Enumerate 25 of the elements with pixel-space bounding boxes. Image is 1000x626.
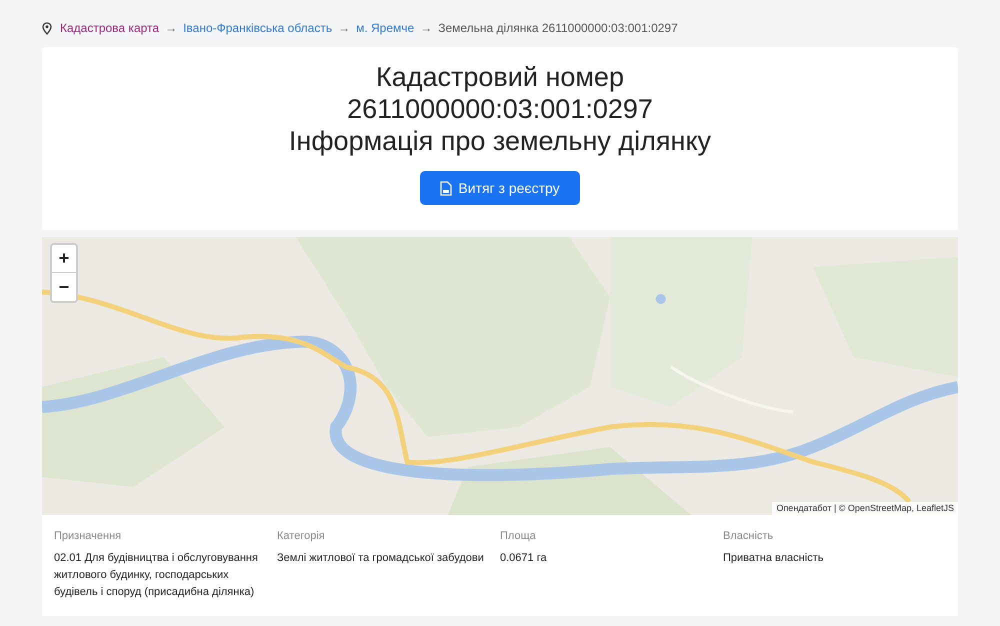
- breadcrumb-link[interactable]: Івано-Франківська область: [183, 19, 332, 37]
- zoom-in-button[interactable]: +: [52, 245, 76, 273]
- breadcrumb-link[interactable]: Кадастрова карта: [60, 19, 160, 37]
- detail-value: 0.0671 га: [500, 550, 548, 566]
- detail-value: 02.01 Для будівництва і обслуговування житлового будинку, господарських будівель і споруд (присадибна ділянка): [54, 550, 259, 600]
- breadcrumb-link[interactable]: м. Яремче: [356, 19, 414, 37]
- detail-value: Землі житлової та громадської забудови: [277, 550, 485, 566]
- breadcrumb-separator: →: [338, 20, 350, 37]
- page-title: 2611000000:03:001:0297: [347, 93, 653, 125]
- breadcrumb-separator: →: [165, 20, 178, 37]
- breadcrumb-current: Земельна ділянка 2611000000:03:001:0297: [438, 20, 678, 37]
- detail-label: Призначення: [54, 529, 122, 544]
- page-title: Інформація про земельну ділянку: [288, 125, 712, 157]
- map-pin-icon: [42, 22, 52, 34]
- extract-button[interactable]: Витяг з реєстру: [420, 171, 580, 205]
- map-attribution: Опендатабот | © OpenStreetMap, LeafletJS: [772, 502, 958, 515]
- detail-label: Площа: [500, 529, 537, 544]
- breadcrumb-separator: →: [420, 20, 432, 37]
- pdf-file-icon: [440, 180, 452, 196]
- map-view[interactable]: + − Опендатабот | © OpenStreetMap, LeafletJS: [42, 237, 958, 515]
- detail-label: Власність: [723, 529, 774, 544]
- zoom-out-button[interactable]: −: [52, 273, 76, 301]
- page-title: Кадастровий номер: [376, 61, 624, 93]
- detail-label: Категорія: [277, 529, 326, 544]
- detail-value: Приватна власність: [723, 550, 824, 566]
